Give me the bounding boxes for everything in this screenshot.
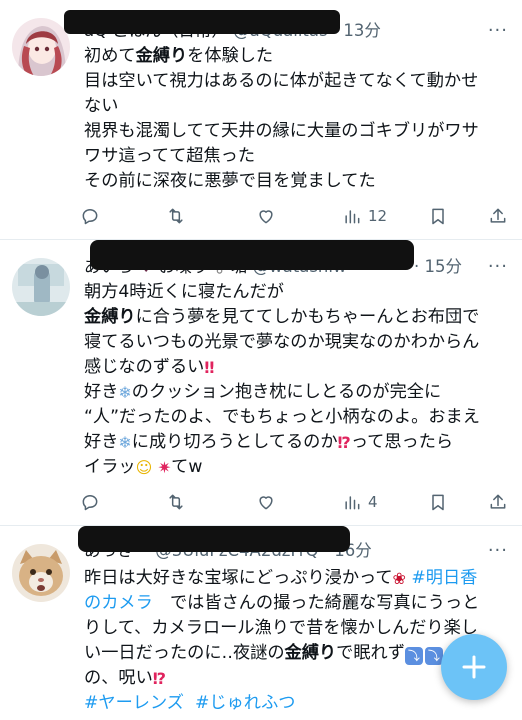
text-line: “人”だったのよ、でもちょっと小柄なのよ。おまえ — [84, 407, 480, 427]
text-line: 視界も混濁してて天井の縁に大量のゴキブリがワサ — [84, 121, 479, 141]
text-segment: 昨日は大好きな宝塚にどっぷり浸かって — [84, 568, 393, 588]
text-line: ワサ這ってて超焦った — [84, 146, 256, 166]
text-line: 朝方4時近くに寝たんだが — [84, 282, 284, 302]
more-icon[interactable]: ··· — [488, 256, 508, 277]
text-segment: 初めて — [84, 46, 136, 66]
hashtag-link[interactable]: #じゅれふつ — [195, 693, 296, 713]
highlight-keyword: 金縛り — [284, 643, 337, 663]
tweet-text: 朝方4時近くに寝たんだが 金縛りに合う夢を見ててしかもちゃーんとお布団で 寝てる… — [84, 280, 512, 480]
redaction-bar — [90, 240, 414, 270]
compose-plus-icon — [462, 655, 486, 679]
text-line: りして、カメラロール漁りで昔を懐かしんだり楽し — [84, 618, 478, 638]
text-segment: に成り切ろうとしてるのか — [131, 432, 338, 452]
text-segment: 好き — [84, 432, 119, 452]
text-line: 寝てるいつもの光景で夢なのか現実なのかわからん — [84, 332, 480, 352]
like-button[interactable] — [256, 204, 276, 228]
views-button[interactable]: 12 — [342, 204, 387, 228]
action-bar: 4 — [80, 490, 510, 514]
arrow-curve-icon: ⤵ — [424, 647, 443, 665]
tweet-1[interactable]: aQ ごはん（日常） @aQualitas · 13分 ··· 初めて金縛りを体… — [0, 0, 522, 238]
hashtag-link[interactable]: #明日香 — [411, 568, 477, 588]
retweet-button[interactable] — [166, 204, 186, 228]
retweet-icon — [169, 494, 183, 510]
tweet-text: 初めて金縛りを体験した 目は空いて視力はあるのに体が起きてなくて動かせ ない 視… — [84, 44, 512, 194]
anger-symbol-icon: ✷ — [157, 458, 172, 477]
separator: · — [414, 257, 420, 276]
arrow-curve-icon: ⤵ — [404, 647, 423, 665]
text-segment: イラッ — [84, 457, 136, 477]
snowflake-icon: ❄ — [118, 383, 132, 402]
reply-icon — [82, 495, 98, 511]
views-count: 12 — [368, 207, 388, 225]
double-exclamation-icon: ‼ — [204, 358, 215, 377]
text-segment: の、呪い — [84, 668, 153, 688]
share-icon — [490, 208, 506, 223]
heart-icon — [259, 496, 273, 510]
text-line: ない — [84, 96, 119, 116]
exclamation-question-icon: ⁉ — [152, 669, 167, 688]
timestamp[interactable]: 15分 — [425, 257, 463, 276]
exclamation-question-icon: ⁉ — [337, 433, 351, 452]
views-button[interactable]: 4 — [342, 490, 378, 514]
text-segment: い一日だったのに‥夜謎の — [84, 643, 285, 663]
compose-button[interactable] — [441, 634, 507, 700]
heart-icon — [259, 210, 273, 224]
reply-button[interactable] — [80, 490, 100, 514]
avatar[interactable] — [12, 258, 70, 316]
views-count: 4 — [368, 493, 378, 511]
tweet-2[interactable]: あいら ♥ お喋り ⚷ 垢 @watashiw · 15分 ··· 朝方4時近く… — [0, 240, 522, 525]
retweet-button[interactable] — [166, 490, 186, 514]
timestamp[interactable]: 13分 — [343, 21, 381, 40]
tweet-time: · 15分 — [414, 254, 474, 280]
bookmark-icon — [432, 208, 444, 225]
more-icon[interactable]: ··· — [488, 540, 508, 561]
text-segment: てw — [171, 457, 203, 477]
bookmark-button[interactable] — [428, 204, 448, 228]
text-segment: って思ったら — [350, 432, 454, 452]
text-line: その前に深夜に悪夢で目を覚ましてた — [84, 171, 376, 191]
text-segment: 感じなのずるい — [84, 357, 205, 377]
bookmark-icon — [432, 494, 444, 511]
highlight-keyword: 金縛り — [135, 46, 188, 66]
share-button[interactable] — [488, 490, 508, 514]
text-line: 目は空いて視力はあるのに体が起きてなくて動かせ — [84, 71, 479, 91]
rose-icon: ❀ — [392, 569, 406, 588]
text-segment: のクッション抱き枕にしとるのが完全に — [131, 382, 442, 402]
views-icon — [345, 496, 360, 510]
views-icon — [345, 210, 360, 224]
share-button[interactable] — [488, 204, 508, 228]
reply-icon — [82, 209, 98, 225]
text-segment: 好き — [84, 382, 119, 402]
redaction-bar — [78, 526, 350, 552]
redaction-bar — [64, 10, 340, 34]
text-segment: では皆さんの撮った綺麗な写真にうっと — [152, 593, 480, 613]
text-segment: で眠れず — [336, 643, 405, 663]
tweet-3[interactable]: あっきー @3UiuFzC4A2dzFrQ · 16分 ··· 昨日は大好きな宝… — [0, 526, 522, 720]
text-segment: を体験した — [187, 46, 274, 66]
hashtag-link[interactable]: #ヤーレンズ — [84, 693, 184, 713]
action-bar: 12 — [80, 204, 510, 228]
bookmark-button[interactable] — [428, 490, 448, 514]
avatar[interactable] — [12, 544, 70, 602]
share-icon — [490, 494, 506, 509]
like-button[interactable] — [256, 490, 276, 514]
hashtag-link-continued[interactable]: のカメラ — [84, 593, 153, 613]
eye-roll-face-icon: ☺ — [135, 458, 153, 477]
retweet-icon — [169, 208, 183, 224]
more-icon[interactable]: ··· — [488, 20, 508, 41]
snowflake-icon: ❄ — [118, 433, 132, 452]
tweet-text: 昨日は大好きな宝塚にどっぷり浸かって❀ #明日香 のカメラ では皆さんの撮った綺… — [84, 566, 512, 716]
avatar[interactable] — [12, 18, 70, 76]
reply-button[interactable] — [80, 204, 100, 228]
highlight-keyword: 金縛り — [84, 307, 136, 327]
text-segment: に合う夢を見ててしかもちゃーんとお布団で — [135, 307, 480, 327]
